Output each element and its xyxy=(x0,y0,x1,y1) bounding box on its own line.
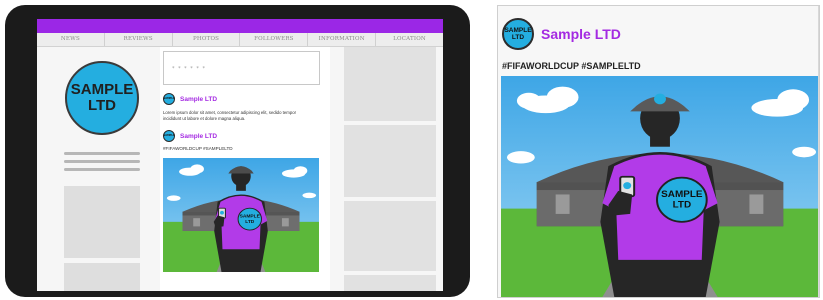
post-hashtags: #FIFAWORLDCUP #SAMPLELTD xyxy=(163,146,233,151)
post-author-name[interactable]: Sample LTD xyxy=(180,133,217,140)
sidebar-placeholder-box xyxy=(344,275,436,291)
sidebar-placeholder-box xyxy=(344,47,436,121)
page-body: SAMPLE LTD * * * * * * SAMPLE Sample LTD… xyxy=(37,47,443,291)
stadium-photo: SAMPLE LTD xyxy=(501,76,819,297)
sidebar-placeholder-box xyxy=(344,201,436,271)
company-logo-avatar[interactable]: SAMPLE LTD xyxy=(502,18,534,50)
post-detail-card: SAMPLE LTD Sample LTD #FIFAWORLDCUP #SAM… xyxy=(497,5,820,298)
shirt-badge-text-1: SAMPLE xyxy=(661,189,702,199)
right-sidebar xyxy=(344,47,436,291)
nav-tab-followers[interactable]: FOLLOWERS xyxy=(240,33,309,46)
post-author-avatar[interactable]: SAMPLE xyxy=(163,93,175,105)
feed-column: * * * * * * SAMPLE Sample LTD Lorem ipsu… xyxy=(160,47,330,291)
post-image[interactable]: SAMPLE LTD xyxy=(163,158,319,272)
placeholder-line xyxy=(64,152,140,155)
avatar-text-line2: LTD xyxy=(87,97,117,114)
post-composer-input[interactable]: * * * * * * xyxy=(163,51,320,85)
shirt-badge-text-2: LTD xyxy=(245,219,255,225)
post-author-name[interactable]: Sample LTD xyxy=(180,96,217,103)
nav-tab-location[interactable]: LOCATION xyxy=(376,33,443,46)
nav-tab-reviews[interactable]: REVIEWS xyxy=(105,33,173,46)
post-image[interactable]: SAMPLE LTD xyxy=(501,76,819,297)
avatar-text-line1: SAMPLE xyxy=(163,96,175,100)
post-author-name[interactable]: Sample LTD xyxy=(541,26,621,42)
card-divider xyxy=(818,6,819,297)
nav-tab-photos[interactable]: PHOTOS xyxy=(173,33,241,46)
sidebar-placeholder-box xyxy=(64,263,140,291)
shirt-badge-text-2: LTD xyxy=(673,199,692,209)
post-header: SAMPLE LTD Sample LTD xyxy=(502,18,621,50)
shirt-badge-text-1: SAMPLE xyxy=(240,214,260,220)
post-header: SAMPLE Sample LTD xyxy=(163,130,217,142)
post-author-avatar[interactable]: SAMPLE xyxy=(163,130,175,142)
tablet-screen: NEWS REVIEWS PHOTOS FOLLOWERS INFORMATIO… xyxy=(37,19,443,291)
nav-tab-news[interactable]: NEWS xyxy=(37,33,105,46)
avatar-text-line1: SAMPLE xyxy=(163,133,175,137)
profile-avatar[interactable]: SAMPLE LTD xyxy=(65,61,139,135)
composer-placeholder: * * * * * * xyxy=(172,66,206,72)
stadium-photo: SAMPLE LTD xyxy=(163,158,319,272)
placeholder-line xyxy=(64,160,140,163)
post-body-text: Lorem ipsum dolor sit amet, consectetur … xyxy=(163,110,297,121)
top-accent-bar xyxy=(37,19,443,33)
sidebar-placeholder-box xyxy=(344,125,436,197)
placeholder-line xyxy=(64,168,140,171)
nav-tab-information[interactable]: INFORMATION xyxy=(308,33,377,46)
post-header: SAMPLE Sample LTD xyxy=(163,93,217,105)
profile-nav: NEWS REVIEWS PHOTOS FOLLOWERS INFORMATIO… xyxy=(37,33,443,47)
avatar-text-line2: LTD xyxy=(511,34,525,41)
avatar-text-line1: SAMPLE xyxy=(70,81,134,98)
avatar-text-line1: SAMPLE xyxy=(504,27,532,34)
post-hashtags: #FIFAWORLDCUP #SAMPLELTD xyxy=(502,61,641,71)
profile-sidebar: SAMPLE LTD xyxy=(37,47,155,291)
tablet-device: NEWS REVIEWS PHOTOS FOLLOWERS INFORMATIO… xyxy=(5,5,470,297)
sidebar-placeholder-box xyxy=(64,186,140,258)
